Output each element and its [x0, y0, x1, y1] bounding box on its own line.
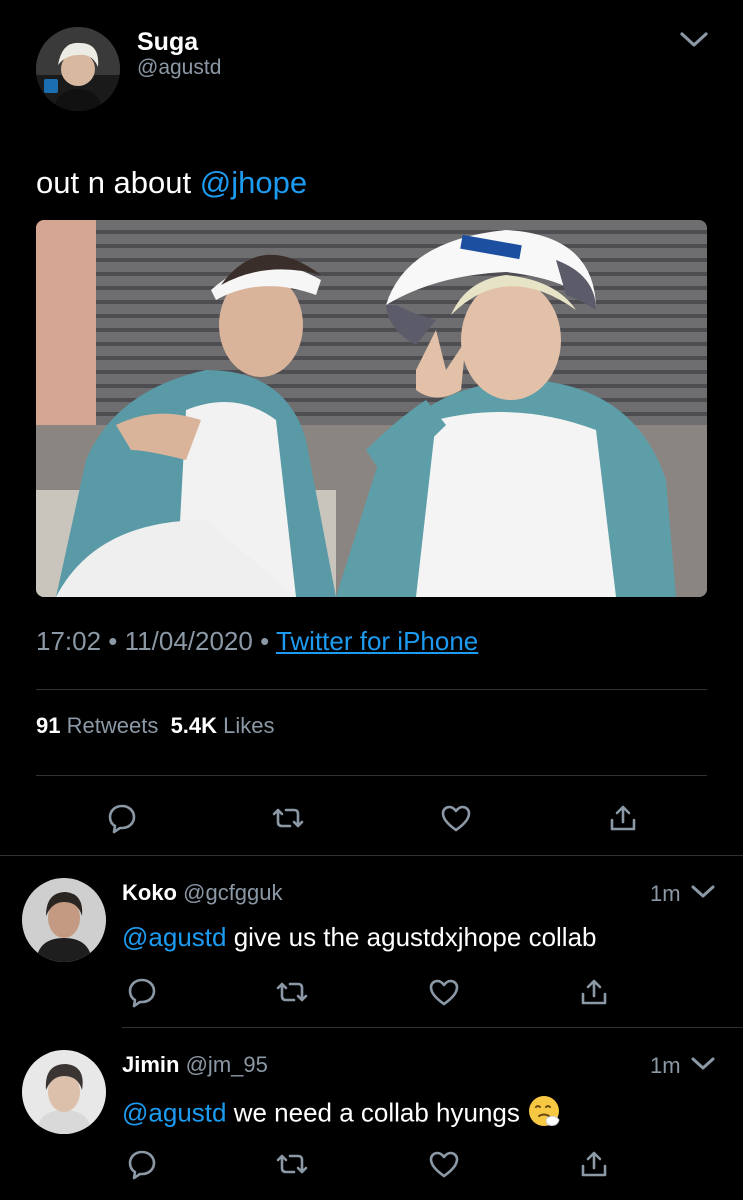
- retweet-label: Retweets: [66, 713, 159, 738]
- tweet-text: out n about @jhope: [36, 165, 307, 201]
- divider: [36, 689, 707, 690]
- sneezing-face-emoji: [527, 1094, 561, 1135]
- like-icon[interactable]: [428, 976, 460, 1008]
- author-handle[interactable]: @agustd: [137, 56, 221, 80]
- chevron-down-icon[interactable]: [688, 1052, 718, 1076]
- meta-separator: •: [252, 626, 276, 656]
- meta-separator: •: [101, 626, 125, 656]
- tweet-photo[interactable]: [36, 220, 707, 597]
- divider: [122, 1027, 743, 1028]
- like-count: 5.4K: [170, 713, 218, 738]
- reply-text: @agustd give us the agustdxjhope collab: [122, 922, 597, 953]
- retweet-stat[interactable]: 91 Retweets: [36, 713, 158, 738]
- share-icon[interactable]: [578, 976, 610, 1008]
- reply-body: we need a collab hyungs: [226, 1097, 528, 1128]
- mention-link[interactable]: @agustd: [122, 1097, 226, 1127]
- retweet-icon[interactable]: [276, 976, 308, 1008]
- mention-link[interactable]: @jhope: [200, 165, 307, 200]
- reply-timestamp: 1m: [650, 1053, 681, 1078]
- divider: [0, 855, 743, 856]
- share-icon[interactable]: [578, 1148, 610, 1180]
- reply-author-name[interactable]: Koko: [122, 880, 177, 905]
- reply-icon[interactable]: [126, 976, 158, 1008]
- tweet-meta: 17:02 • 11/04/2020 • Twitter for iPhone: [36, 626, 478, 657]
- chevron-down-icon[interactable]: [676, 28, 712, 52]
- reply-avatar[interactable]: [22, 878, 106, 962]
- like-icon[interactable]: [428, 1148, 460, 1180]
- author-avatar[interactable]: [36, 27, 120, 111]
- retweet-count: 91: [36, 713, 61, 738]
- tweet-source-link[interactable]: Twitter for iPhone: [276, 626, 478, 656]
- reply-author[interactable]: Jimin @jm_95: [122, 1052, 268, 1078]
- reply-timestamp: 1m: [650, 881, 681, 906]
- reply-author[interactable]: Koko @gcfgguk: [122, 880, 283, 906]
- reply-avatar[interactable]: [22, 1050, 106, 1134]
- mention-link[interactable]: @agustd: [122, 922, 226, 952]
- reply-author-handle[interactable]: @gcfgguk: [183, 880, 282, 905]
- tweet-date: 11/04/2020: [124, 626, 253, 656]
- reply-icon[interactable]: [126, 1148, 158, 1180]
- share-icon[interactable]: [607, 802, 639, 834]
- tweet-time: 17:02: [36, 626, 102, 656]
- retweet-icon[interactable]: [272, 802, 304, 834]
- chevron-down-icon[interactable]: [688, 880, 718, 904]
- like-label: Likes: [223, 713, 275, 738]
- reply-text: @agustd we need a collab hyungs: [122, 1094, 561, 1135]
- tweet-body: out n about: [36, 165, 200, 200]
- like-stat[interactable]: 5.4K Likes: [171, 713, 275, 738]
- retweet-icon[interactable]: [276, 1148, 308, 1180]
- author-name[interactable]: Suga: [137, 28, 198, 57]
- reply-icon[interactable]: [106, 802, 138, 834]
- reply-author-handle[interactable]: @jm_95: [186, 1052, 268, 1077]
- divider: [36, 775, 707, 776]
- tweet-stats: 91 Retweets 5.4K Likes: [36, 713, 275, 739]
- reply-author-name[interactable]: Jimin: [122, 1052, 179, 1077]
- reply-body: give us the agustdxjhope collab: [226, 922, 597, 952]
- like-icon[interactable]: [440, 802, 472, 834]
